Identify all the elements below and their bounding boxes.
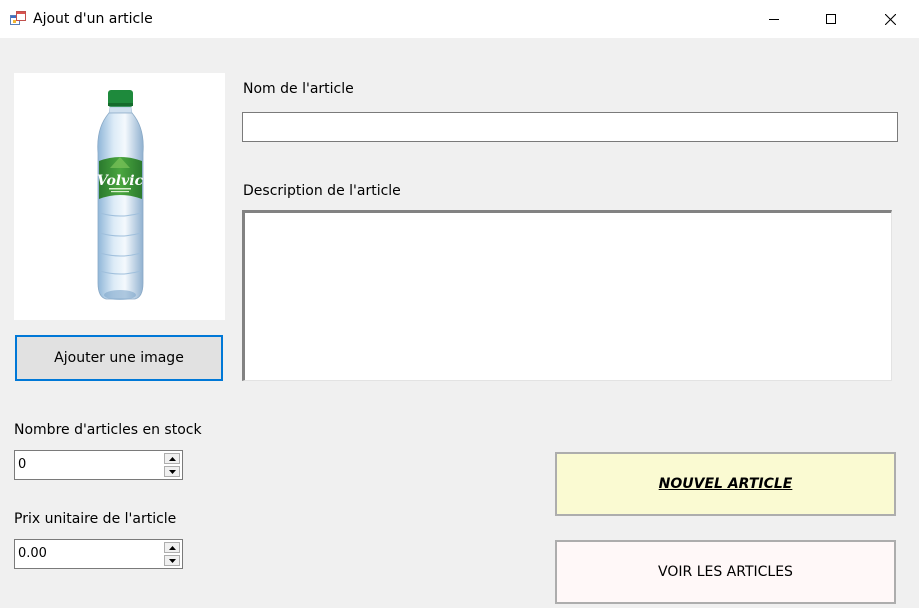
view-articles-button[interactable]: VOIR LES ARTICLES bbox=[555, 540, 896, 604]
price-down-button[interactable] bbox=[164, 555, 180, 566]
water-bottle-icon: Volvic bbox=[97, 90, 144, 300]
minimize-button[interactable] bbox=[751, 0, 797, 38]
maximize-icon bbox=[826, 14, 836, 24]
stock-value: 0 bbox=[18, 457, 27, 472]
add-image-label: Ajouter une image bbox=[54, 350, 184, 366]
close-button[interactable] bbox=[867, 0, 913, 38]
stock-up-button[interactable] bbox=[164, 453, 180, 464]
stock-down-button[interactable] bbox=[164, 466, 180, 477]
minimize-icon bbox=[769, 19, 779, 20]
window-title: Ajout d'un article bbox=[33, 11, 153, 27]
add-image-button[interactable]: Ajouter une image bbox=[15, 335, 223, 381]
arrow-down-icon bbox=[168, 469, 176, 474]
stock-label: Nombre d'articles en stock bbox=[14, 422, 202, 438]
view-articles-label: VOIR LES ARTICLES bbox=[658, 564, 793, 580]
stock-spin-buttons bbox=[164, 453, 180, 477]
new-article-label: NOUVEL ARTICLE bbox=[658, 476, 793, 492]
arrow-up-icon bbox=[168, 456, 176, 461]
maximize-button[interactable] bbox=[808, 0, 854, 38]
name-label: Nom de l'article bbox=[243, 81, 354, 97]
description-textarea[interactable] bbox=[242, 210, 892, 381]
price-value: 0.00 bbox=[18, 546, 47, 561]
description-label: Description de l'article bbox=[243, 183, 401, 199]
title-bar: Ajout d'un article bbox=[0, 0, 919, 38]
price-spin-buttons bbox=[164, 542, 180, 566]
price-label: Prix unitaire de l'article bbox=[14, 511, 177, 527]
new-article-button[interactable]: NOUVEL ARTICLE bbox=[555, 452, 896, 516]
arrow-up-icon bbox=[168, 545, 176, 550]
product-image: Volvic bbox=[14, 73, 225, 320]
price-stepper[interactable]: 0.00 bbox=[14, 539, 183, 569]
app-form-icon bbox=[10, 10, 26, 26]
stock-stepper[interactable]: 0 bbox=[14, 450, 183, 480]
name-input[interactable] bbox=[242, 112, 898, 142]
bottle-brand-text: Volvic bbox=[97, 173, 144, 189]
arrow-down-icon bbox=[168, 558, 176, 563]
price-up-button[interactable] bbox=[164, 542, 180, 553]
close-icon bbox=[884, 13, 896, 25]
